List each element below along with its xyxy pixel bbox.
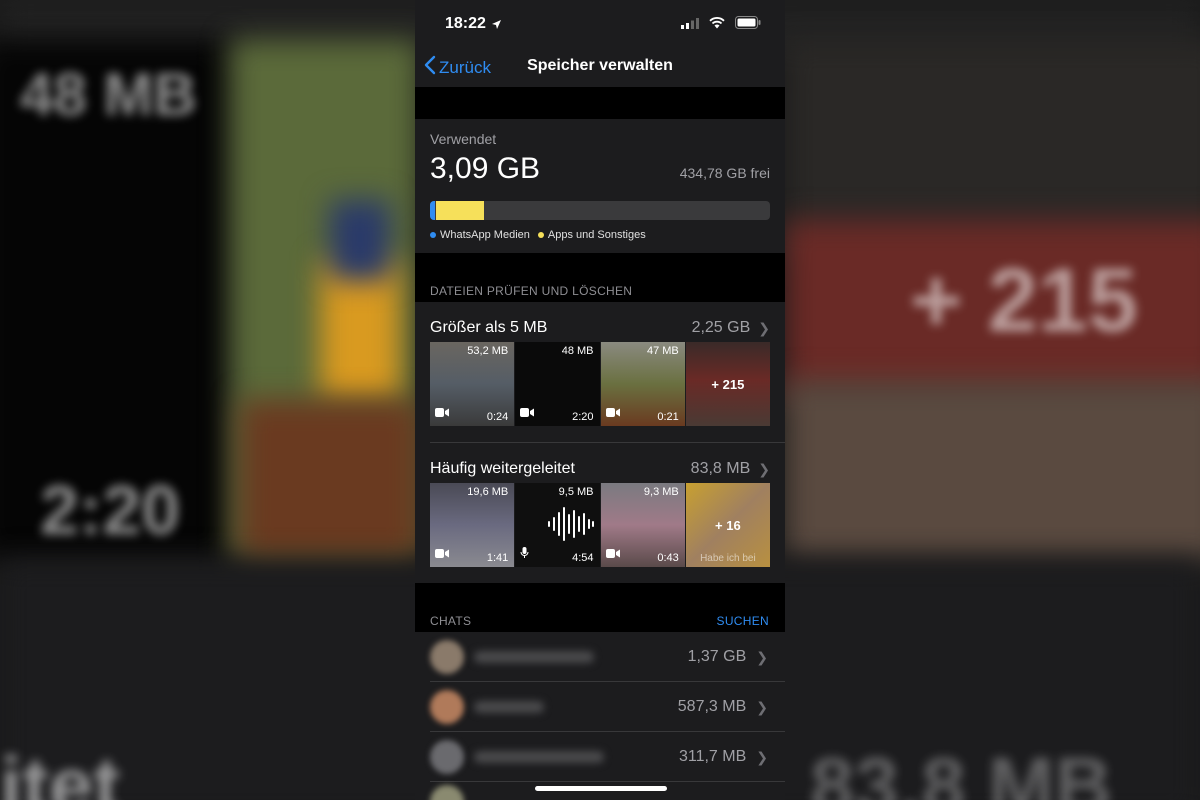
chevron-right-icon: ❯ — [758, 319, 770, 336]
chevron-right-icon: ❯ — [756, 648, 768, 665]
status-bar: 18:22 — [415, 0, 785, 45]
chats-section-header: CHATS SUCHEN — [415, 583, 785, 632]
bg-duration-text: 2:20 — [40, 471, 181, 549]
media-thumbnail[interactable]: 47 MB 0:21 — [600, 342, 685, 426]
more-thumbnail[interactable]: + 215 — [685, 342, 770, 426]
media-thumbnail[interactable]: 9,3 MB 0:43 — [600, 483, 685, 567]
chat-row[interactable] — [415, 782, 785, 800]
large-files-size: 2,25 GB — [691, 319, 751, 336]
avatar — [430, 690, 464, 724]
video-icon — [520, 404, 535, 422]
large-files-row[interactable]: Größer als 5 MB 2,25 GB ❯ — [415, 302, 785, 342]
video-icon — [435, 404, 449, 422]
forwarded-files-size: 83,8 MB — [690, 460, 751, 477]
chat-name-blurred — [474, 701, 544, 713]
status-time: 18:22 — [445, 15, 486, 32]
avatar — [430, 740, 464, 774]
chevron-right-icon: ❯ — [756, 748, 768, 765]
chat-row[interactable]: 311,7 MB ❯ — [415, 732, 785, 782]
chat-row[interactable]: 587,3 MB ❯ — [415, 682, 785, 732]
storage-bar-apps-segment — [436, 201, 484, 220]
search-chats-button[interactable]: SUCHEN — [717, 614, 769, 628]
video-icon — [605, 545, 620, 563]
signal-icon — [681, 16, 699, 34]
bg-bottom-right-text: 83,8 MB — [810, 741, 1113, 800]
storage-legend: WhatsApp Medien Apps und Sonstiges — [430, 229, 770, 241]
used-label: Verwendet — [430, 131, 497, 147]
forwarded-files-title: Häufig weitergeleitet — [430, 460, 575, 477]
avatar — [430, 785, 464, 800]
video-icon — [605, 404, 620, 422]
media-thumbnail[interactable]: 48 MB 2:20 — [515, 342, 600, 426]
audio-thumbnail[interactable]: 9,5 MB 4:54 — [515, 483, 600, 567]
forwarded-files-thumbnails: 19,6 MB 1:41 9,5 MB 4:54 9,3 MB 0:43 + 1… — [415, 483, 785, 567]
large-files-title: Größer als 5 MB — [430, 319, 548, 336]
storage-summary: Verwendet 3,09 GB 434,78 GB frei WhatsAp… — [415, 119, 785, 253]
media-thumbnail[interactable]: 19,6 MB 1:41 — [430, 483, 515, 567]
chat-row[interactable]: 1,37 GB ❯ — [415, 632, 785, 682]
battery-icon — [735, 16, 761, 34]
chat-name-blurred — [474, 751, 604, 763]
storage-bar-whatsapp-segment — [430, 201, 435, 220]
navigation-bar: Zurück Speicher verwalten — [415, 45, 785, 87]
chevron-right-icon: ❯ — [756, 698, 768, 715]
legend-item-apps: Apps und Sonstiges — [537, 229, 646, 241]
chat-name-blurred — [474, 651, 594, 663]
location-arrow-icon — [491, 17, 502, 35]
bg-size-text: 48 MB — [20, 61, 197, 128]
bg-bottom-left-text: itet — [0, 741, 120, 800]
phone-screen: 18:22 Zurück Speicher verwalten Verwende… — [415, 0, 785, 800]
files-section-header: DATEIEN PRÜFEN UND LÖSCHEN — [415, 253, 785, 302]
media-thumbnail[interactable]: 53,2 MB 0:24 — [430, 342, 515, 426]
avatar — [430, 640, 464, 674]
wifi-icon — [709, 16, 725, 34]
large-files-thumbnails: 53,2 MB 0:24 48 MB 2:20 47 MB 0:21 + 215 — [415, 342, 785, 426]
used-value: 3,09 GB — [430, 152, 541, 185]
home-indicator[interactable] — [535, 786, 667, 791]
video-icon — [435, 545, 449, 563]
waveform-icon — [547, 505, 595, 548]
free-space: 434,78 GB frei — [679, 165, 770, 181]
microphone-icon — [520, 545, 529, 563]
bg-more-text: + 215 — [910, 251, 1138, 351]
chevron-right-icon: ❯ — [758, 460, 770, 477]
storage-bar — [430, 201, 770, 220]
page-title: Speicher verwalten — [527, 57, 673, 74]
more-thumbnail[interactable]: + 16 Habe ich bei — [685, 483, 770, 567]
chat-size: 1,37 GB — [687, 648, 747, 665]
chat-size: 311,7 MB — [678, 748, 747, 765]
legend-item-whatsapp: WhatsApp Medien — [430, 229, 530, 241]
forwarded-files-row[interactable]: Häufig weitergeleitet 83,8 MB ❯ — [415, 443, 785, 483]
files-group: Größer als 5 MB 2,25 GB ❯ 53,2 MB 0:24 48… — [415, 302, 785, 583]
chat-size: 587,3 MB — [677, 698, 747, 715]
